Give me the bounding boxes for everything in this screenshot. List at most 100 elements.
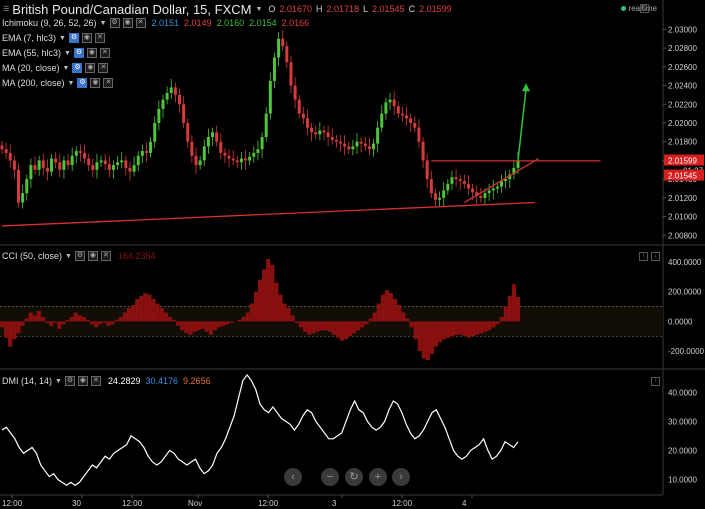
candle-body: [87, 158, 91, 166]
dmi-dropdown-icon[interactable]: ▼: [55, 378, 62, 385]
dmi-remove-icon[interactable]: ✕: [90, 376, 101, 386]
indicator-ma200[interactable]: MA (200, close) ▼ ⚙ ◉ ✕: [2, 78, 114, 88]
ma200-visibility-icon[interactable]: ◉: [90, 78, 101, 88]
candle-body: [458, 179, 462, 182]
ma200-settings-icon[interactable]: ⚙: [77, 78, 88, 88]
candle-body: [144, 151, 148, 153]
indicator-ichimoku[interactable]: Ichimoku (9, 26, 52, 26) ▼ ⚙ ◉ ✕ 2.0151 2…: [2, 18, 309, 28]
realtime-badge: realtime: [620, 4, 657, 13]
cci-bar: [212, 321, 217, 331]
candle-body: [194, 155, 198, 166]
cci-panel-down-icon[interactable]: ↓: [651, 252, 660, 261]
indicator-ma20[interactable]: MA (20, close) ▼ ⚙ ◉ ✕: [2, 63, 109, 73]
ma20-remove-icon[interactable]: ✕: [98, 63, 109, 73]
cci-bar: [126, 308, 131, 322]
ema55-remove-icon[interactable]: ✕: [99, 48, 110, 58]
candle-body: [33, 165, 37, 170]
cci-bar: [225, 321, 230, 325]
ema7-dropdown-icon[interactable]: ▼: [59, 35, 66, 42]
cci-bar: [499, 316, 504, 322]
candle-body: [173, 87, 177, 95]
candle-body: [157, 108, 161, 123]
menu-icon[interactable]: ☰: [3, 5, 9, 13]
candle-body: [351, 146, 355, 150]
ichimoku-visibility-icon[interactable]: ◉: [122, 18, 133, 28]
cci-bar: [253, 291, 258, 322]
candle-body: [380, 113, 384, 128]
indicator-ema7[interactable]: EMA (7, hlc3) ▼ ⚙ ◉ ✕: [2, 33, 105, 43]
open-key: O: [268, 4, 276, 14]
dmi-label: DMI (14, 14): [2, 376, 53, 386]
ema7-visibility-icon[interactable]: ◉: [81, 33, 92, 43]
ichimoku-settings-icon[interactable]: ⚙: [109, 18, 120, 28]
candle-body: [322, 130, 326, 133]
candle-body: [54, 158, 58, 163]
scroll-left-button[interactable]: ‹: [284, 468, 302, 486]
candle-body: [347, 146, 351, 150]
dmi-panel-up-icon[interactable]: ↑: [651, 377, 660, 386]
candle-body: [330, 137, 334, 140]
symbol-dropdown-icon[interactable]: ▼: [255, 6, 262, 13]
candle-body: [149, 141, 153, 153]
ma200-remove-icon[interactable]: ✕: [103, 78, 114, 88]
dmi-visibility-icon[interactable]: ◉: [77, 376, 88, 386]
candle-body: [471, 188, 475, 193]
cci-bar: [40, 316, 45, 322]
zoom-in-button[interactable]: +: [369, 468, 387, 486]
candle-body: [70, 155, 74, 166]
time-tick-label: Nov: [188, 499, 202, 508]
candle-body: [413, 122, 417, 128]
cci-bar: [151, 299, 156, 322]
candle-body: [223, 152, 227, 156]
cci-bar: [147, 294, 152, 322]
candle-body: [58, 162, 62, 170]
cci-bar: [249, 303, 254, 322]
candle-body: [260, 137, 264, 150]
ema7-settings-icon[interactable]: ⚙: [68, 33, 79, 43]
scroll-right-button[interactable]: ›: [392, 468, 410, 486]
ichimoku-remove-icon[interactable]: ✕: [135, 18, 146, 28]
indicator-dmi[interactable]: DMI (14, 14) ▼ ⚙ ◉ ✕ 24.2829 30.4176 9.265…: [2, 376, 211, 386]
candle-body: [252, 152, 256, 157]
symbol-title[interactable]: British Pound/Canadian Dollar, 15, FXCM: [12, 2, 251, 17]
cci-bar: [192, 321, 197, 332]
ohlc-readout: O 2.01670 H 2.01718 L 2.01545 C 2.01599: [268, 4, 451, 14]
ema55-visibility-icon[interactable]: ◉: [86, 48, 97, 58]
ma20-visibility-icon[interactable]: ◉: [85, 63, 96, 73]
ema55-settings-icon[interactable]: ⚙: [73, 48, 84, 58]
candle-body: [400, 113, 404, 116]
chart-maximize-icon[interactable]: ▢: [640, 4, 649, 13]
reset-chart-button[interactable]: ↻: [345, 468, 363, 486]
cci-dropdown-icon[interactable]: ▼: [65, 253, 72, 260]
indicator-ema55[interactable]: EMA (55, hlc3) ▼ ⚙ ◉ ✕: [2, 48, 110, 58]
candle-body: [239, 158, 243, 163]
candle-body: [301, 113, 305, 119]
candle-body: [248, 156, 252, 161]
price-tick-label: 2.03000: [668, 25, 697, 34]
cci-bar: [196, 321, 201, 331]
dmi-settings-icon[interactable]: ⚙: [64, 376, 75, 386]
cci-remove-icon[interactable]: ✕: [100, 251, 111, 261]
ema7-remove-icon[interactable]: ✕: [94, 33, 105, 43]
cci-settings-icon[interactable]: ⚙: [74, 251, 85, 261]
zoom-out-button[interactable]: −: [321, 468, 339, 486]
ma20-dropdown-icon[interactable]: ▼: [63, 65, 70, 72]
candle-body: [479, 196, 483, 198]
cci-bar: [360, 321, 365, 328]
projection-arrow-line: [517, 89, 527, 161]
ema55-dropdown-icon[interactable]: ▼: [64, 50, 71, 57]
cci-bar: [8, 321, 13, 347]
ichimoku-dropdown-icon[interactable]: ▼: [100, 20, 107, 27]
cci-bar: [28, 312, 33, 322]
cci-bar: [167, 316, 172, 322]
ma20-settings-icon[interactable]: ⚙: [72, 63, 83, 73]
candle-body: [83, 152, 87, 159]
cci-visibility-icon[interactable]: ◉: [87, 251, 98, 261]
candle-body: [231, 158, 235, 161]
ema7-label: EMA (7, hlc3): [2, 33, 57, 43]
ma200-dropdown-icon[interactable]: ▼: [68, 80, 75, 87]
cci-panel-up-icon[interactable]: ↑: [639, 252, 648, 261]
indicator-cci[interactable]: CCI (50, close) ▼ ⚙ ◉ ✕ 164.2354: [2, 251, 156, 261]
cci-bar: [20, 321, 25, 326]
candle-body: [483, 193, 487, 198]
